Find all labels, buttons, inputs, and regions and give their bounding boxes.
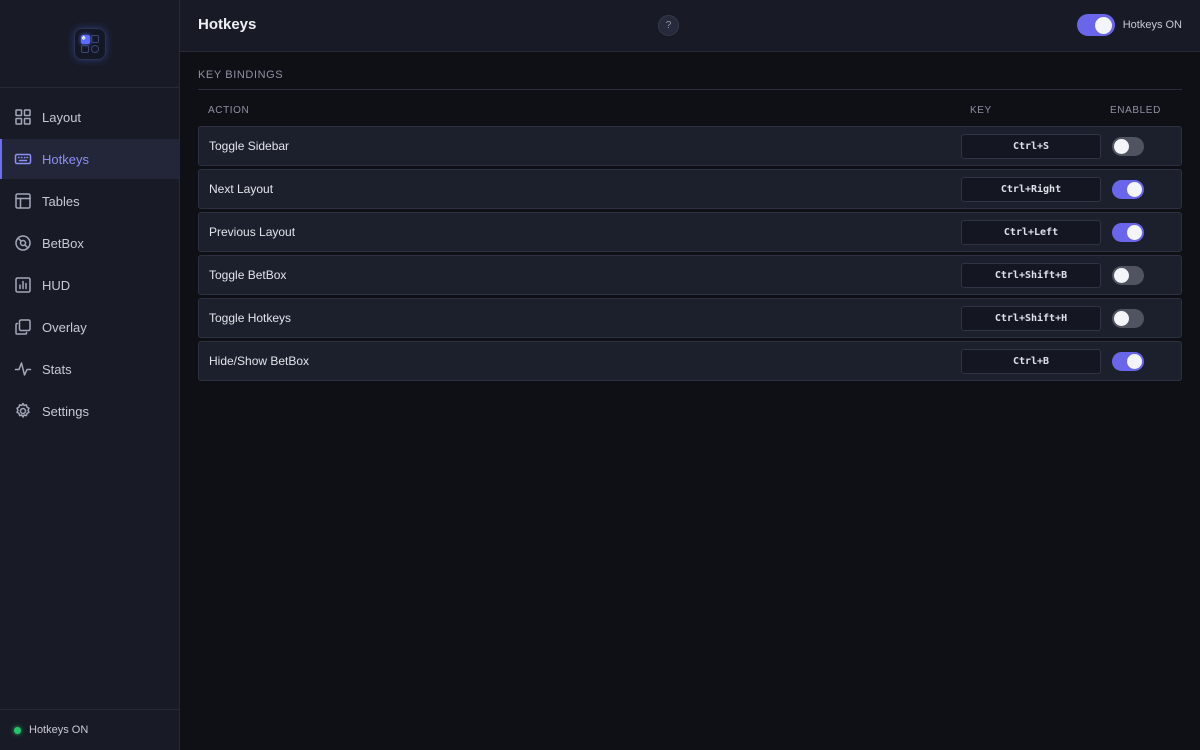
page-header: Hotkeys ? Hotkeys ON <box>180 0 1200 52</box>
sidebar-logo-area: ♠ <box>0 0 179 88</box>
column-header-key: KEY <box>970 104 992 116</box>
binding-key-field[interactable]: Ctrl+S <box>961 133 1101 159</box>
overlay-icon <box>14 318 32 336</box>
sidebar-item-tables[interactable]: Tables <box>0 181 179 221</box>
binding-action: Previous Layout <box>209 225 296 239</box>
status-dot-icon <box>14 726 21 734</box>
header-toggle-label: Hotkeys ON <box>1122 19 1182 31</box>
hotkeys-master-toggle[interactable] <box>1076 14 1115 36</box>
column-header-action: ACTION <box>208 104 250 116</box>
sidebar-item-layout[interactable]: Layout <box>0 97 179 137</box>
app-window: ♠ Layout Hotkeys Tables BetBox HUD Overl… <box>0 0 1200 750</box>
binding-enabled-toggle[interactable] <box>1112 351 1144 371</box>
table-icon <box>14 192 32 210</box>
binding-key-field[interactable]: Ctrl+Shift+B <box>961 262 1101 288</box>
help-button[interactable]: ? <box>658 15 679 36</box>
sidebar-item-label: Tables <box>42 193 80 209</box>
binding-key-field[interactable]: Ctrl+Shift+H <box>961 305 1101 331</box>
table-row: Previous Layout Ctrl+Left <box>198 212 1182 252</box>
binding-action: Next Layout <box>209 182 274 196</box>
sidebar-item-label: Settings <box>42 403 89 419</box>
sidebar-item-label: Overlay <box>42 319 87 335</box>
sidebar-item-label: BetBox <box>42 235 84 251</box>
binding-enabled-toggle[interactable] <box>1112 265 1144 285</box>
header-hotkeys-toggle-group: Hotkeys ON <box>1076 14 1182 36</box>
sidebar-item-betbox[interactable]: BetBox <box>0 223 179 263</box>
binding-key-field[interactable]: Ctrl+B <box>961 348 1101 374</box>
bar-chart-icon <box>14 276 32 294</box>
chip-icon <box>14 234 32 252</box>
table-row: Hide/Show BetBox Ctrl+B <box>198 341 1182 381</box>
binding-enabled-toggle[interactable] <box>1112 308 1144 328</box>
sidebar-item-label: Hotkeys <box>42 151 89 167</box>
sidebar-status: Hotkeys ON <box>0 709 179 750</box>
sidebar-item-hotkeys[interactable]: Hotkeys <box>0 139 179 179</box>
column-header-enabled: ENABLED <box>1110 104 1161 116</box>
sidebar-status-text: Hotkeys ON <box>29 724 89 736</box>
binding-enabled-toggle[interactable] <box>1112 222 1144 242</box>
sidebar: ♠ Layout Hotkeys Tables BetBox HUD Overl… <box>0 0 180 750</box>
binding-key-field[interactable]: Ctrl+Right <box>961 176 1101 202</box>
binding-action: Toggle Sidebar <box>209 139 290 153</box>
section-title: KEY BINDINGS <box>198 69 1182 90</box>
binding-action: Toggle Hotkeys <box>209 311 292 325</box>
gear-icon <box>14 402 32 420</box>
page-title: Hotkeys <box>198 16 257 33</box>
layout-grid-icon <box>14 108 32 126</box>
sidebar-item-settings[interactable]: Settings <box>0 391 179 431</box>
table-row: Next Layout Ctrl+Right <box>198 169 1182 209</box>
table-row: Toggle Hotkeys Ctrl+Shift+H <box>198 298 1182 338</box>
sidebar-nav: Layout Hotkeys Tables BetBox HUD Overlay… <box>0 88 179 431</box>
table-row: Toggle Sidebar Ctrl+S <box>198 126 1182 166</box>
binding-action: Hide/Show BetBox <box>209 354 310 368</box>
binding-action: Toggle BetBox <box>209 268 287 282</box>
table-row: Toggle BetBox Ctrl+Shift+B <box>198 255 1182 295</box>
sidebar-item-label: Layout <box>42 109 82 125</box>
sidebar-item-overlay[interactable]: Overlay <box>0 307 179 347</box>
activity-icon <box>14 360 32 378</box>
sidebar-item-label: HUD <box>42 277 71 293</box>
sidebar-item-stats[interactable]: Stats <box>0 349 179 389</box>
binding-enabled-toggle[interactable] <box>1112 136 1144 156</box>
binding-enabled-toggle[interactable] <box>1112 179 1144 199</box>
table-header: ACTION KEY ENABLED <box>198 90 1182 126</box>
app-logo-icon: ♠ <box>73 27 106 60</box>
key-bindings-section: KEY BINDINGS ACTION KEY ENABLED Toggle S… <box>180 52 1200 381</box>
bindings-list: Toggle Sidebar Ctrl+S Next Layout Ctrl+R… <box>198 126 1182 381</box>
binding-key-field[interactable]: Ctrl+Left <box>961 219 1101 245</box>
main-panel: Hotkeys ? Hotkeys ON KEY BINDINGS ACTION… <box>180 0 1200 750</box>
sidebar-item-hud[interactable]: HUD <box>0 265 179 305</box>
keyboard-icon <box>14 150 32 168</box>
sidebar-item-label: Stats <box>42 361 72 377</box>
